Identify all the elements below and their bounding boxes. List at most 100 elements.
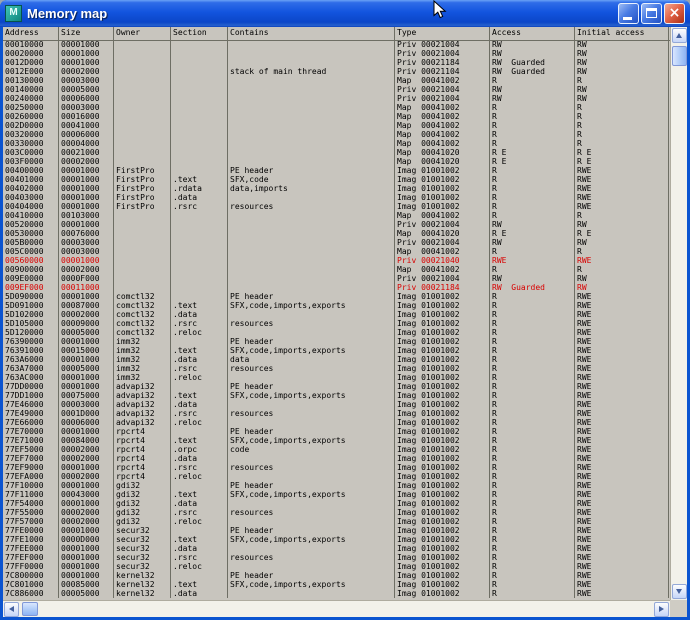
column-header-access[interactable]: Access xyxy=(490,27,575,40)
column-header-type[interactable]: Type xyxy=(395,27,490,40)
table-row[interactable]: 0001000000001000Priv 00021004RWRW xyxy=(3,40,670,49)
table-row[interactable]: 77E6600000006000advapi32.relocImag 01001… xyxy=(3,418,670,427)
table-row[interactable]: 763A700000005000imm32.rsrcresourcesImag … xyxy=(3,364,670,373)
minimize-button[interactable] xyxy=(618,3,639,24)
table-row[interactable]: 0032000000006000Map 00041002RR xyxy=(3,130,670,139)
table-row[interactable]: 77FF000000001000secur32.relocImag 010010… xyxy=(3,562,670,571)
table-row[interactable]: 763A600000001000imm32.datadataImag 01001… xyxy=(3,355,670,364)
table-row[interactable]: 77DD000000001000advapi32PE headerImag 01… xyxy=(3,382,670,391)
cell-address: 5D120000 xyxy=(3,328,59,337)
cell-access: R xyxy=(490,319,575,328)
table-row[interactable]: 77EF500000002000rpcrt4.orpccodeImag 0100… xyxy=(3,445,670,454)
cell-initial-access: RWE xyxy=(575,301,669,310)
table-row[interactable]: 77F5500000002000gdi32.rsrcresourcesImag … xyxy=(3,508,670,517)
table-row[interactable]: 77FEE00000001000secur32.dataImag 0100100… xyxy=(3,544,670,553)
table-row[interactable]: 77E490000001D000advapi32.rsrcresourcesIm… xyxy=(3,409,670,418)
table-row[interactable]: 0090000000002000Map 00041002RR xyxy=(3,265,670,274)
table-row[interactable]: 5D09100000087000comctl32.textSFX,code,im… xyxy=(3,301,670,310)
table-row[interactable]: 0052000000001000Priv 00021004RWRW xyxy=(3,220,670,229)
table-row[interactable]: 5D10500000009000comctl32.rsrcresourcesIm… xyxy=(3,319,670,328)
table-row[interactable]: 0040400000001000FirstPro.rsrcresourcesIm… xyxy=(3,202,670,211)
table-row[interactable]: 005C000000003000Map 00041002RR xyxy=(3,247,670,256)
table-row[interactable]: 009EF00000011000Priv 00021184RW GuardedR… xyxy=(3,283,670,292)
table-row[interactable]: 0040100000001000FirstPro.textSFX,codeIma… xyxy=(3,175,670,184)
cell-owner xyxy=(114,49,171,58)
column-header-contains[interactable]: Contains xyxy=(228,27,395,40)
table-row[interactable]: 0040000000001000FirstProPE headerImag 01… xyxy=(3,166,670,175)
table-row[interactable]: 7C80100000085000kernel32.textSFX,code,im… xyxy=(3,580,670,589)
table-row[interactable]: 0024000000006000Priv 00021004RWRW xyxy=(3,94,670,103)
scroll-right-button[interactable] xyxy=(654,602,669,617)
cell-initial-access: RWE xyxy=(575,535,669,544)
table-row[interactable]: 77EF900000001000rpcrt4.rsrcresourcesImag… xyxy=(3,463,670,472)
horizontal-scroll-track[interactable] xyxy=(20,601,653,617)
table-row[interactable]: 009E00000000F000Priv 00021004RWRW xyxy=(3,274,670,283)
column-header-section[interactable]: Section xyxy=(171,27,228,40)
table-row[interactable]: 0025000000003000Map 00041002RR xyxy=(3,103,670,112)
table-row[interactable]: 0013000000003000Map 00041002RR xyxy=(3,76,670,85)
table-row[interactable]: 7639100000015000imm32.textSFX,code,impor… xyxy=(3,346,670,355)
column-header-size[interactable]: Size xyxy=(59,27,114,40)
horizontal-scroll-thumb[interactable] xyxy=(22,602,38,616)
table-row[interactable]: 77F1000000001000gdi32PE headerImag 01001… xyxy=(3,481,670,490)
cell-type: Map 00041020 xyxy=(395,148,490,157)
table-row[interactable]: 77EF700000002000rpcrt4.dataImag 01001002… xyxy=(3,454,670,463)
table-row[interactable]: 0040200000001000FirstPro.rdatadata,impor… xyxy=(3,184,670,193)
table-row[interactable]: 0014000000005000Priv 00021004RWRW xyxy=(3,85,670,94)
table-row[interactable]: 77E7100000084000rpcrt4.textSFX,code,impo… xyxy=(3,436,670,445)
column-header-owner[interactable]: Owner xyxy=(114,27,171,40)
table-row[interactable]: 002D000000041000Map 00041002RR xyxy=(3,121,670,130)
cell-contains xyxy=(228,517,395,526)
cell-section: .data xyxy=(171,310,228,319)
table-row[interactable]: 77E4600000003000advapi32.dataImag 010010… xyxy=(3,400,670,409)
table-row[interactable]: 5D12000000005000comctl32.relocImag 01001… xyxy=(3,328,670,337)
table-row[interactable]: 0012E00000002000stack of main threadPriv… xyxy=(3,67,670,76)
cell-access: R xyxy=(490,373,575,382)
table-row[interactable]: 0041000000103000Map 00041002RR xyxy=(3,211,670,220)
table-row[interactable]: 77F1100000043000gdi32.textSFX,code,impor… xyxy=(3,490,670,499)
table-row[interactable]: 5D10200000002000comctl32.dataImag 010010… xyxy=(3,310,670,319)
table-row[interactable]: 0012D00000001000Priv 00021184RW GuardedR… xyxy=(3,58,670,67)
table-row[interactable]: 0002000000001000Priv 00021004RWRW xyxy=(3,49,670,58)
table-row[interactable]: 77E7000000001000rpcrt4PE headerImag 0100… xyxy=(3,427,670,436)
table-row[interactable]: 77F5400000001000gdi32.dataImag 01001002R… xyxy=(3,499,670,508)
table-row[interactable]: 0053000000076000Map 00041020R ER E xyxy=(3,229,670,238)
vertical-scrollbar[interactable] xyxy=(670,27,687,600)
table-row[interactable]: 763AC00000001000imm32.relocImag 01001002… xyxy=(3,373,670,382)
table-row[interactable]: 0040300000001000FirstPro.dataImag 010010… xyxy=(3,193,670,202)
table-row[interactable]: 0056000000001000Priv 00021040RWERWE xyxy=(3,256,670,265)
scroll-up-button[interactable] xyxy=(672,28,687,43)
table-row[interactable]: 7C80000000001000kernel32PE headerImag 01… xyxy=(3,571,670,580)
table-row[interactable]: 005B000000003000Priv 00021004RWRW xyxy=(3,238,670,247)
table-row[interactable]: 77FE000000001000secur32PE headerImag 010… xyxy=(3,526,670,535)
cell-contains xyxy=(228,229,395,238)
close-button[interactable]: × xyxy=(664,3,685,24)
table-row[interactable]: 77DD100000075000advapi32.textSFX,code,im… xyxy=(3,391,670,400)
cell-size: 00041000 xyxy=(59,121,114,130)
table-row[interactable]: 7639000000001000imm32PE headerImag 01001… xyxy=(3,337,670,346)
table-row[interactable]: 0026000000016000Map 00041002RR xyxy=(3,112,670,121)
cell-size: 00003000 xyxy=(59,400,114,409)
cell-size: 0000D000 xyxy=(59,535,114,544)
table-row[interactable]: 5D09000000001000comctl32PE headerImag 01… xyxy=(3,292,670,301)
column-header-address[interactable]: Address xyxy=(3,27,59,40)
vertical-scroll-track[interactable] xyxy=(671,44,687,583)
horizontal-scrollbar[interactable] xyxy=(3,600,670,617)
scroll-left-button[interactable] xyxy=(4,602,19,617)
scroll-down-button[interactable] xyxy=(672,584,687,599)
table-row[interactable]: 003C000000021000Map 00041020R ER E xyxy=(3,148,670,157)
table-row[interactable]: 7C88600000005000kernel32.dataImag 010010… xyxy=(3,589,670,598)
table-row[interactable]: 77EFA00000002000rpcrt4.relocImag 0100100… xyxy=(3,472,670,481)
maximize-button[interactable] xyxy=(641,3,662,24)
titlebar[interactable]: M Memory map × xyxy=(0,0,690,27)
table-row[interactable]: 77FEF00000001000secur32.rsrcresourcesIma… xyxy=(3,553,670,562)
cell-contains xyxy=(228,58,395,67)
cell-initial-access: RWE xyxy=(575,571,669,580)
column-header-initial-access[interactable]: Initial access xyxy=(575,27,669,40)
table-row[interactable]: 003F000000002000Map 00041020R ER E xyxy=(3,157,670,166)
table-row[interactable]: 77F5700000002000gdi32.relocImag 01001002… xyxy=(3,517,670,526)
memory-map-icon: M xyxy=(5,5,22,22)
vertical-scroll-thumb[interactable] xyxy=(672,46,687,66)
table-row[interactable]: 0033000000004000Map 00041002RR xyxy=(3,139,670,148)
table-row[interactable]: 77FE10000000D000secur32.textSFX,code,imp… xyxy=(3,535,670,544)
